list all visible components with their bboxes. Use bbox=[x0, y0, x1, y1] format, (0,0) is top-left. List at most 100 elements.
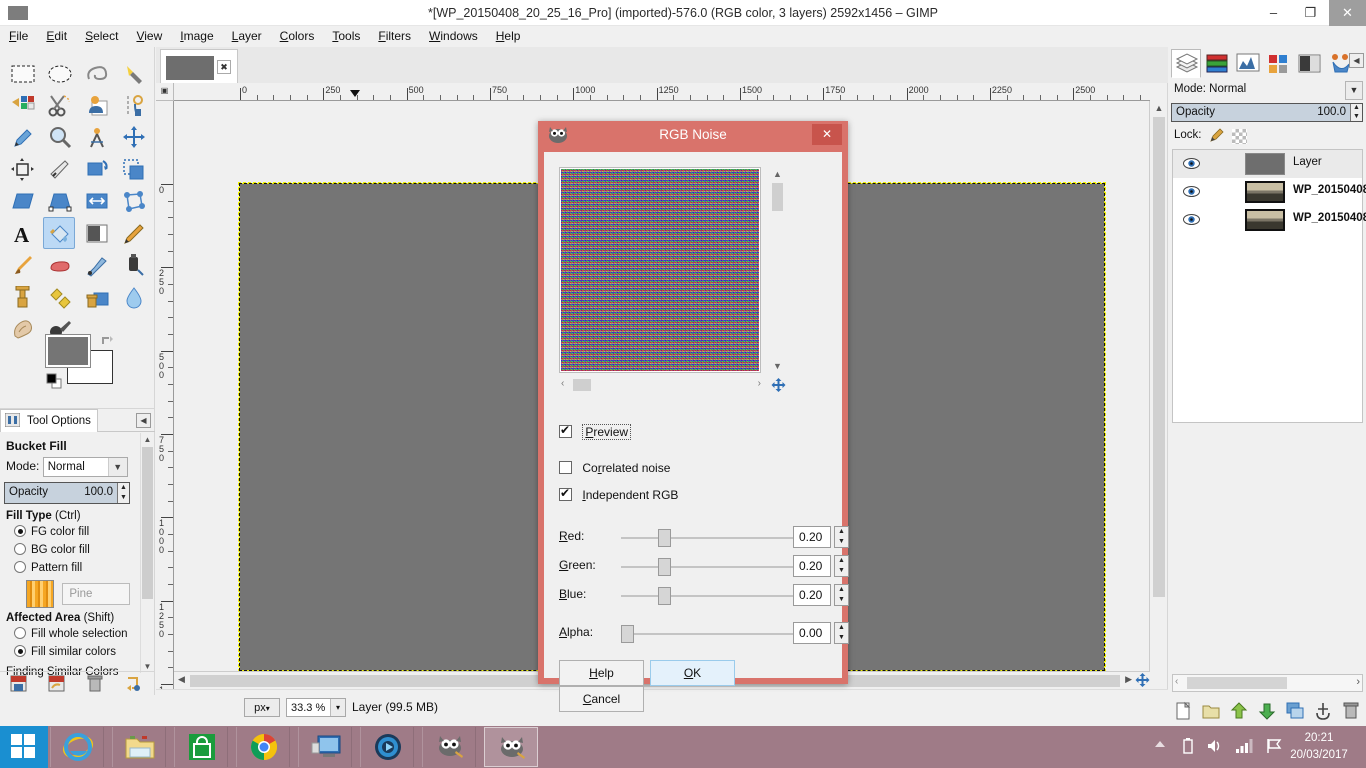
independent-rgb-checkbox[interactable] bbox=[559, 486, 572, 501]
fill-type-option-2[interactable]: Pattern fill bbox=[14, 561, 137, 576]
radio-indicator[interactable] bbox=[14, 645, 26, 657]
image-tab[interactable]: ✖ bbox=[160, 49, 238, 83]
layers-list[interactable]: Layer WP_20150408_ WP_20150408_ bbox=[1172, 149, 1366, 423]
menu-tools[interactable]: Tools bbox=[323, 26, 369, 47]
radio-indicator[interactable] bbox=[14, 543, 26, 555]
minimize-button[interactable]: – bbox=[1255, 0, 1292, 26]
tool-crop[interactable] bbox=[43, 153, 75, 185]
tool-scale[interactable] bbox=[117, 153, 149, 185]
slider-stepper[interactable]: ▲ ▼ bbox=[834, 622, 849, 644]
slider-value[interactable]: 0.20 bbox=[793, 555, 831, 577]
tool-flip[interactable] bbox=[80, 185, 112, 217]
fill-type-option-0[interactable]: FG color fill bbox=[14, 525, 137, 540]
scrollbar-thumb[interactable] bbox=[573, 379, 591, 391]
slider-blue[interactable]: Blue: 0.20 ▲ ▼ bbox=[559, 584, 849, 606]
affected-area-option-1[interactable]: Fill similar colors bbox=[14, 645, 137, 660]
canvas-vertical-scrollbar[interactable]: ▲ ▼ bbox=[1149, 101, 1167, 707]
taskbar-google-chrome[interactable] bbox=[236, 727, 290, 767]
tool-eraser[interactable] bbox=[43, 249, 75, 281]
scroll-left-icon[interactable]: ◀ bbox=[178, 674, 185, 685]
tool-move[interactable] bbox=[117, 121, 149, 153]
default-colors-icon[interactable] bbox=[46, 373, 62, 389]
taskbar-file-explorer[interactable] bbox=[112, 727, 166, 767]
tool-rotate[interactable] bbox=[80, 153, 112, 185]
scroll-right-icon[interactable]: › bbox=[758, 378, 761, 389]
scroll-left-icon[interactable]: ‹ bbox=[561, 378, 564, 389]
tool-text[interactable]: A bbox=[6, 217, 38, 249]
tool-foreground-select[interactable] bbox=[80, 89, 112, 121]
ruler-corner-menu[interactable]: ▣ bbox=[156, 83, 174, 101]
menu-select[interactable]: Select bbox=[76, 26, 127, 47]
menu-help[interactable]: Help bbox=[487, 26, 530, 47]
duplicate-layer-button[interactable] bbox=[1281, 698, 1309, 725]
start-button[interactable] bbox=[0, 726, 48, 768]
horizontal-ruler[interactable]: 0 250 500 750 1000 1250 1500 1750 2000 2250 2500 bbox=[174, 83, 1150, 101]
menu-windows[interactable]: Windows bbox=[420, 26, 487, 47]
slider-stepper[interactable]: ▲ ▼ bbox=[834, 555, 849, 577]
restore-tool-options-button[interactable] bbox=[38, 672, 76, 696]
layers-tab[interactable] bbox=[1171, 49, 1201, 78]
tool-alignment[interactable] bbox=[6, 153, 38, 185]
scrollbar-thumb[interactable] bbox=[1187, 677, 1287, 689]
preview-horizontal-scrollbar[interactable]: ‹ › bbox=[559, 377, 763, 392]
menu-colors[interactable]: Colors bbox=[271, 26, 324, 47]
close-icon[interactable]: ✖ bbox=[217, 60, 231, 74]
fill-type-option-1[interactable]: BG color fill bbox=[14, 543, 137, 558]
new-layer-button[interactable] bbox=[1169, 698, 1197, 725]
gradients-tab[interactable] bbox=[1295, 49, 1325, 78]
mode-combobox[interactable]: Normal ▼ bbox=[42, 457, 128, 477]
ok-button[interactable]: OK bbox=[650, 660, 735, 686]
unit-selector[interactable]: px▾ bbox=[244, 698, 280, 717]
radio-indicator[interactable] bbox=[14, 561, 26, 573]
delete-tool-options-button[interactable] bbox=[76, 672, 114, 696]
tool-rect-select[interactable] bbox=[6, 57, 38, 89]
tool-shear[interactable] bbox=[6, 185, 38, 217]
scroll-down-icon[interactable]: ▼ bbox=[770, 361, 785, 371]
layer-row[interactable]: Layer bbox=[1173, 150, 1362, 178]
layer-row[interactable]: WP_20150408_ bbox=[1173, 206, 1366, 234]
menu-edit[interactable]: Edit bbox=[37, 26, 76, 47]
layer-visibility-icon[interactable] bbox=[1183, 157, 1200, 173]
network-signal-icon[interactable] bbox=[1236, 738, 1254, 756]
tool-free-select[interactable] bbox=[80, 57, 112, 89]
tool-paintbrush[interactable] bbox=[6, 249, 38, 281]
menu-image[interactable]: Image bbox=[171, 26, 222, 47]
correlated-noise-row[interactable]: Correlated noise bbox=[559, 461, 670, 475]
tool-fuzzy-select[interactable] bbox=[117, 57, 149, 89]
preview-checkbox[interactable] bbox=[559, 423, 572, 438]
slider-handle[interactable] bbox=[658, 558, 671, 576]
tool-color-picker[interactable] bbox=[6, 121, 38, 153]
taskbar-internet-explorer[interactable] bbox=[50, 727, 104, 767]
zoom-selector[interactable]: 33.3 % ▾ bbox=[286, 698, 346, 717]
layer-visibility-icon[interactable] bbox=[1183, 185, 1200, 201]
taskbar-gimp-window-2[interactable] bbox=[484, 727, 538, 767]
opacity-slider[interactable]: Opacity 100.0 ▲ ▼ bbox=[4, 482, 130, 504]
scroll-right-icon[interactable]: ▶ bbox=[1125, 674, 1132, 685]
save-tool-options-button[interactable] bbox=[0, 672, 38, 696]
taskbar-windows-store[interactable] bbox=[174, 727, 228, 767]
layer-opacity-stepper[interactable]: ▲ ▼ bbox=[1350, 104, 1362, 121]
tool-clone[interactable] bbox=[6, 281, 38, 313]
slider-handle[interactable] bbox=[658, 529, 671, 547]
tool-ellipse-select[interactable] bbox=[43, 57, 75, 89]
menu-filters[interactable]: Filters bbox=[369, 26, 420, 47]
taskbar-media-player[interactable] bbox=[360, 727, 414, 767]
slider-track[interactable] bbox=[621, 566, 819, 568]
delete-layer-button[interactable] bbox=[1337, 698, 1365, 725]
scroll-up-icon[interactable]: ▲ bbox=[770, 169, 785, 179]
scroll-right-icon[interactable]: › bbox=[1356, 676, 1360, 688]
slider-stepper[interactable]: ▲ ▼ bbox=[834, 526, 849, 548]
tab-tool-options[interactable]: Tool Options bbox=[0, 409, 98, 432]
lower-layer-button[interactable] bbox=[1253, 698, 1281, 725]
opacity-stepper[interactable]: ▲ ▼ bbox=[117, 483, 129, 503]
noise-preview[interactable] bbox=[559, 167, 761, 373]
colormap-tab[interactable] bbox=[1264, 49, 1294, 78]
affected-area-option-0[interactable]: Fill whole selection bbox=[14, 627, 137, 642]
slider-value[interactable]: 0.00 bbox=[793, 622, 831, 644]
scroll-up-icon[interactable]: ▲ bbox=[141, 433, 154, 446]
menu-file[interactable]: File bbox=[0, 26, 37, 47]
slider-value[interactable]: 0.20 bbox=[793, 584, 831, 606]
slider-handle[interactable] bbox=[658, 587, 671, 605]
histogram-tab[interactable] bbox=[1233, 49, 1263, 78]
collapse-dock-button[interactable]: ◀ bbox=[136, 413, 151, 428]
